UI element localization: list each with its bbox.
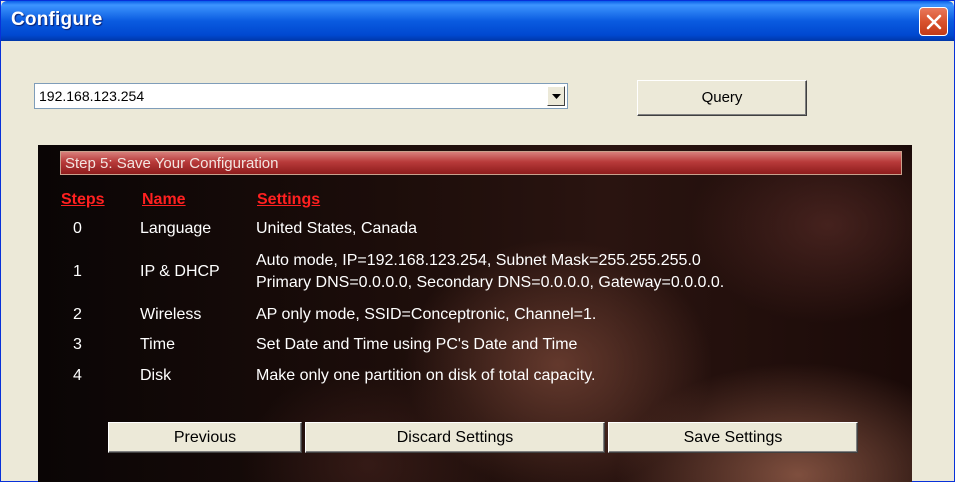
dropdown-button[interactable] [547, 86, 565, 106]
previous-button[interactable]: Previous [108, 422, 302, 453]
step-title: Step 5: Save Your Configuration [65, 155, 279, 172]
header-settings: Settings [257, 191, 321, 208]
row-step: 3 [73, 336, 82, 353]
row-name: Wireless [140, 306, 202, 323]
row-name: IP & DHCP [140, 263, 220, 280]
configure-window: Configure 192.168.123.254 Query Step 5: … [0, 0, 955, 482]
row-settings: United States, Canada [256, 220, 417, 237]
row-settings: Set Date and Time using PC's Date and Ti… [256, 336, 578, 353]
row-name: Disk [140, 367, 172, 384]
window-title: Configure [11, 9, 103, 30]
row-settings: Primary DNS=0.0.0.0, Secondary DNS=0.0.0… [256, 274, 725, 291]
row-step: 2 [73, 306, 82, 323]
header-name: Name [142, 191, 186, 208]
address-combobox[interactable]: 192.168.123.254 [34, 83, 568, 109]
row-settings: AP only mode, SSID=Conceptronic, Channel… [256, 306, 597, 323]
save-settings-button[interactable]: Save Settings [608, 422, 858, 453]
chevron-down-icon [552, 94, 561, 99]
row-step: 4 [73, 367, 82, 384]
row-settings: Auto mode, IP=192.168.123.254, Subnet Ma… [256, 252, 701, 269]
row-settings: Make only one partition on disk of total… [256, 367, 596, 384]
row-name: Time [140, 336, 175, 353]
row-step: 1 [73, 263, 82, 280]
config-panel: Step 5: Save Your Configuration Steps Na… [38, 145, 912, 482]
title-bar: Configure [1, 1, 954, 41]
discard-settings-button[interactable]: Discard Settings [305, 422, 605, 453]
close-button[interactable] [919, 7, 948, 36]
address-value[interactable]: 192.168.123.254 [39, 88, 144, 104]
query-button[interactable]: Query [637, 80, 807, 116]
row-step: 0 [73, 220, 82, 237]
header-steps: Steps [61, 191, 105, 208]
close-icon [926, 14, 942, 30]
step-title-bar: Step 5: Save Your Configuration [60, 151, 902, 175]
row-name: Language [140, 220, 212, 237]
